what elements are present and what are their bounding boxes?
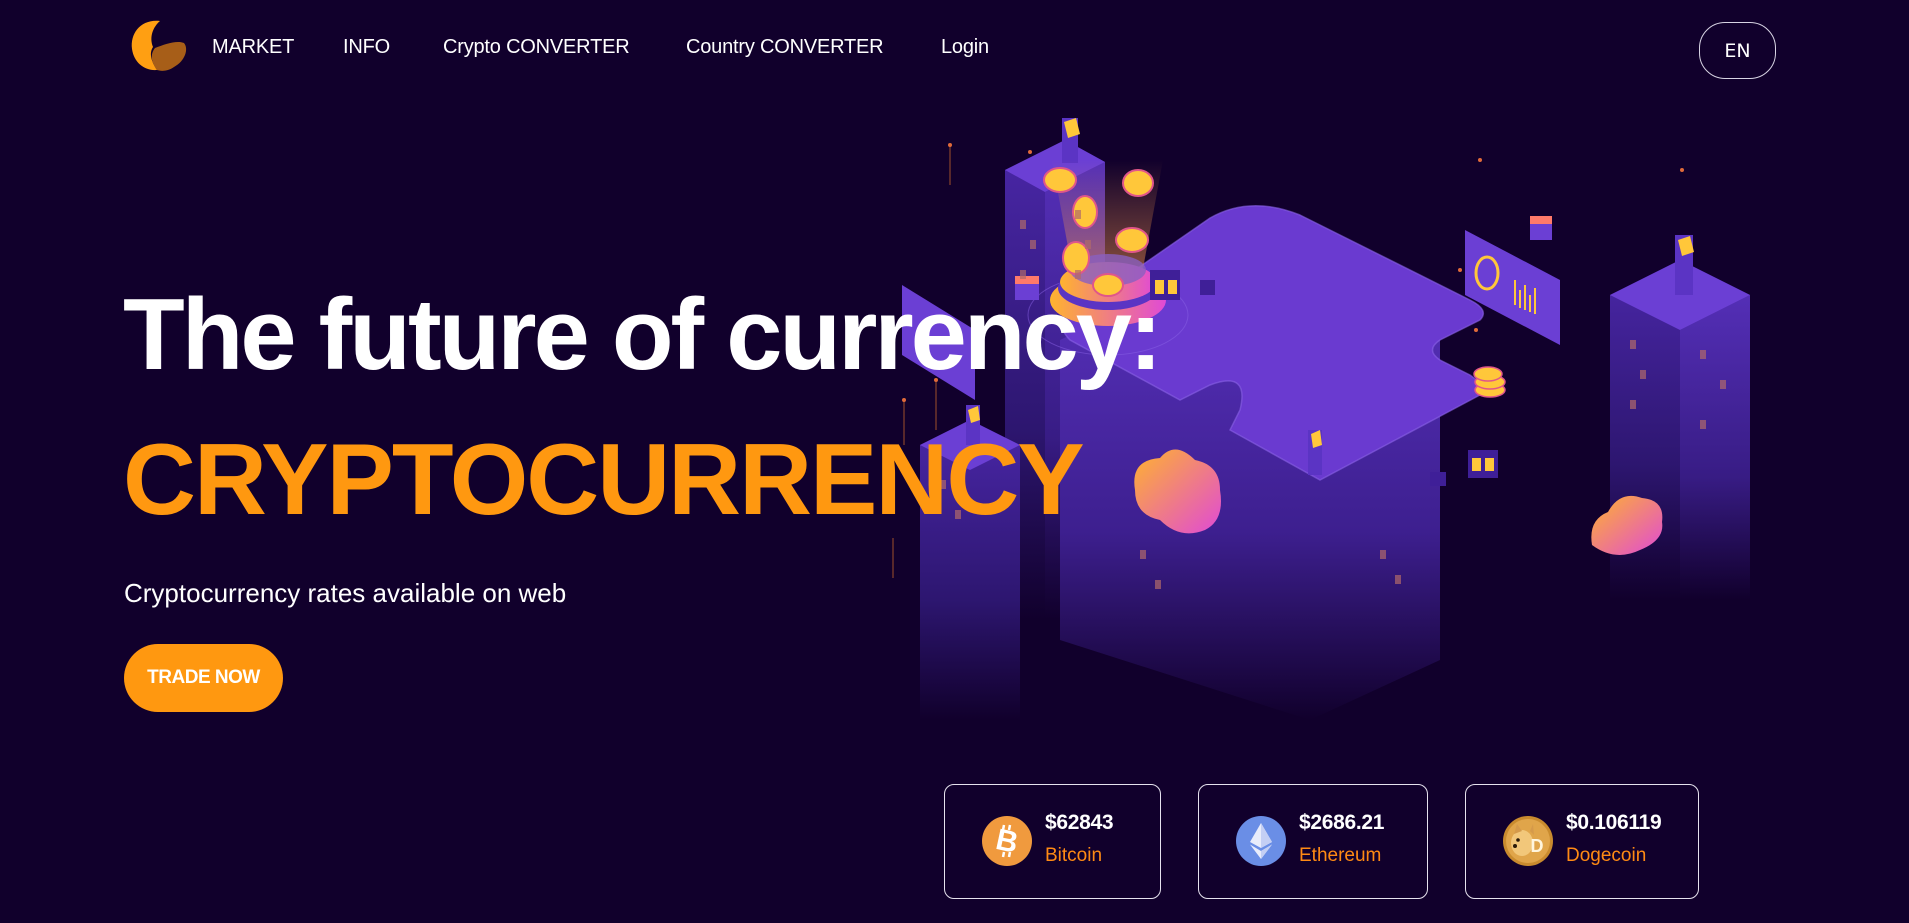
- nav-link-login[interactable]: Login: [941, 36, 989, 59]
- coin-card-text: $62843 Bitcoin: [1045, 811, 1114, 867]
- nav-link-crypto-converter[interactable]: Crypto CONVERTER: [443, 36, 630, 59]
- logo-icon[interactable]: [127, 17, 189, 73]
- coin-price: $0.106119: [1566, 811, 1662, 834]
- antenna: [1308, 430, 1322, 475]
- coin-card-text: $0.106119 Dogecoin: [1566, 811, 1662, 867]
- svg-text:D: D: [1531, 836, 1544, 856]
- floating-panel-right: [1465, 230, 1560, 345]
- coin-price: $2686.21: [1299, 811, 1385, 834]
- nav-link-market[interactable]: MARKET: [212, 36, 294, 59]
- nav-link-country-converter[interactable]: Country CONVERTER: [686, 36, 884, 59]
- dogecoin-icon: D: [1503, 816, 1553, 866]
- hero-highlight: CRYPTOCURRENCY: [123, 424, 1085, 536]
- coin-stack: [1473, 366, 1506, 398]
- coin-name: Bitcoin: [1045, 845, 1103, 866]
- coin-card-dogecoin[interactable]: D $0.106119 Dogecoin: [1465, 784, 1699, 899]
- coin-price: $62843: [1045, 811, 1114, 834]
- bitcoin-icon: B: [982, 816, 1032, 866]
- coin-name: Ethereum: [1299, 845, 1382, 866]
- coin-card-ethereum[interactable]: $2686.21 Ethereum: [1198, 784, 1428, 899]
- coin-card-bitcoin[interactable]: B $62843 Bitcoin: [944, 784, 1161, 899]
- hero-subtitle: Cryptocurrency rates available on web: [124, 578, 567, 608]
- nav-link-info[interactable]: INFO: [343, 36, 390, 59]
- hero-title: The future of currency:: [123, 279, 1163, 391]
- language-selector-button[interactable]: EN: [1699, 22, 1776, 79]
- coin-name: Dogecoin: [1566, 845, 1647, 866]
- ethereum-icon: [1236, 816, 1286, 866]
- trade-now-button[interactable]: TRADE NOW: [124, 644, 283, 712]
- hero-illustration: [892, 118, 1750, 720]
- coin-card-text: $2686.21 Ethereum: [1299, 811, 1385, 867]
